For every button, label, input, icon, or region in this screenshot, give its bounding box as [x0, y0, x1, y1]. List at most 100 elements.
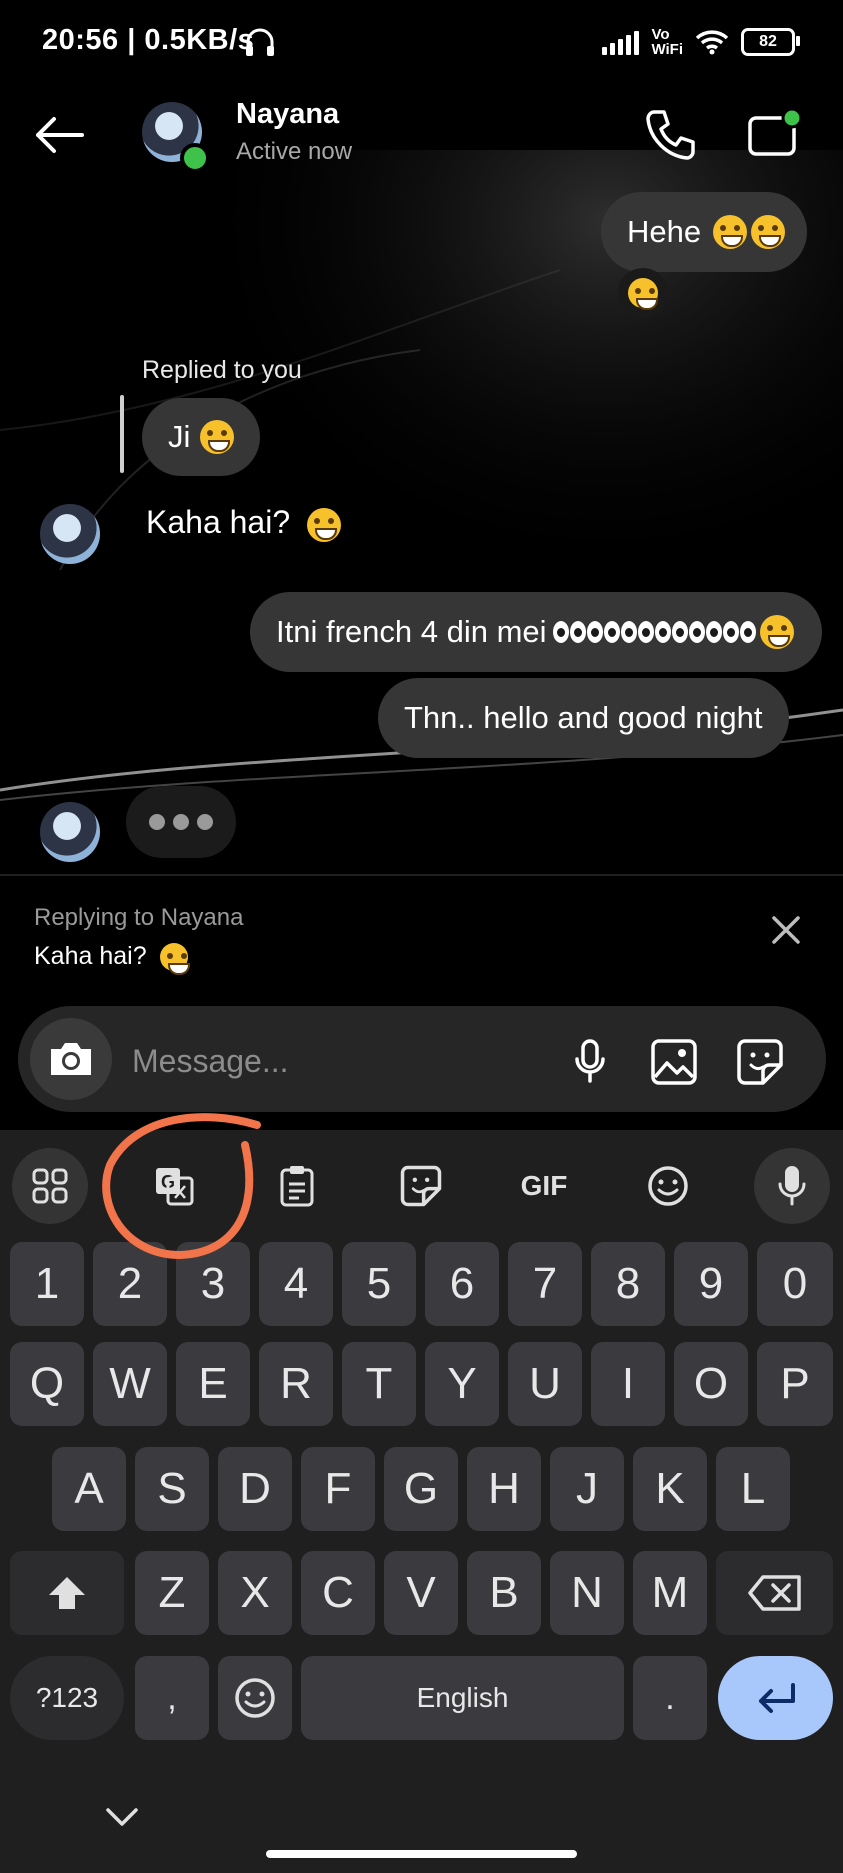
key-1[interactable]: 1: [10, 1242, 84, 1326]
message-bubble-sent[interactable]: Thn.. hello and good night: [378, 678, 789, 758]
message-received-plain[interactable]: Kaha hai?: [146, 504, 342, 542]
emoji-button[interactable]: [630, 1148, 706, 1224]
vowifi-top-label: Vo: [651, 26, 670, 43]
video-call-icon[interactable]: [745, 104, 807, 164]
key-t[interactable]: T: [342, 1342, 416, 1426]
close-icon[interactable]: [766, 910, 806, 950]
period-key[interactable]: .: [633, 1656, 707, 1740]
key-z[interactable]: Z: [135, 1551, 209, 1635]
key-x[interactable]: X: [218, 1551, 292, 1635]
key-8[interactable]: 8: [591, 1242, 665, 1326]
key-b[interactable]: B: [467, 1551, 541, 1635]
keyboard-apps-button[interactable]: [12, 1148, 88, 1224]
camera-icon: [51, 1043, 91, 1075]
symbols-key[interactable]: ?123: [10, 1656, 124, 1740]
key-4[interactable]: 4: [259, 1242, 333, 1326]
gallery-button[interactable]: [646, 1034, 702, 1090]
message-text: Kaha hai?: [146, 504, 291, 540]
image-icon: [651, 1039, 697, 1085]
replied-to-label: Replied to you: [142, 356, 302, 384]
translate-button[interactable]: G: [136, 1148, 212, 1224]
key-d[interactable]: D: [218, 1447, 292, 1531]
key-o[interactable]: O: [674, 1342, 748, 1426]
voice-input-button[interactable]: [754, 1148, 830, 1224]
key-l[interactable]: L: [716, 1447, 790, 1531]
wifi-icon: [695, 30, 729, 55]
message-bubble-sent[interactable]: Hehe: [601, 192, 808, 272]
sticker-button[interactable]: [732, 1034, 788, 1090]
grinning-sweat-icon: [307, 507, 342, 542]
comma-key[interactable]: ,: [135, 1656, 209, 1740]
message-bubble-received[interactable]: Ji: [142, 398, 261, 476]
key-f[interactable]: F: [301, 1447, 375, 1531]
key-c[interactable]: C: [301, 1551, 375, 1635]
keyboard-hide-icon[interactable]: [102, 1800, 142, 1836]
key-w[interactable]: W: [93, 1342, 167, 1426]
key-9[interactable]: 9: [674, 1242, 748, 1326]
typing-indicator: [126, 786, 236, 858]
replying-text: Kaha hai?: [34, 942, 190, 976]
key-2[interactable]: 2: [93, 1242, 167, 1326]
key-3[interactable]: 3: [176, 1242, 250, 1326]
contact-avatar-small[interactable]: [40, 504, 100, 564]
microphone-icon: [778, 1166, 806, 1206]
battery-icon: 82: [741, 28, 800, 56]
grinning-sweat-icon: [159, 943, 190, 976]
reply-quote-line: [120, 395, 124, 473]
key-y[interactable]: Y: [425, 1342, 499, 1426]
sticker-icon: [400, 1165, 442, 1207]
key-q[interactable]: Q: [10, 1342, 84, 1426]
key-a[interactable]: A: [52, 1447, 126, 1531]
headphones-icon: [244, 28, 276, 58]
key-5[interactable]: 5: [342, 1242, 416, 1326]
online-status-dot: [180, 143, 210, 173]
message-text: Thn.. hello and good night: [404, 700, 763, 735]
mic-button[interactable]: [562, 1034, 618, 1090]
status-icons: Vo WiFi 82: [602, 24, 800, 60]
key-n[interactable]: N: [550, 1551, 624, 1635]
key-h[interactable]: H: [467, 1447, 541, 1531]
camera-button[interactable]: [30, 1018, 112, 1100]
key-e[interactable]: E: [176, 1342, 250, 1426]
key-k[interactable]: K: [633, 1447, 707, 1531]
key-p[interactable]: P: [757, 1342, 833, 1426]
emoji-icon: [235, 1678, 275, 1718]
key-r[interactable]: R: [259, 1342, 333, 1426]
key-i[interactable]: I: [591, 1342, 665, 1426]
space-key[interactable]: English: [301, 1656, 624, 1740]
key-v[interactable]: V: [384, 1551, 458, 1635]
shift-key[interactable]: [10, 1551, 124, 1635]
grinning-face-icon: [713, 215, 748, 249]
message-text: Itni french 4 din mei: [276, 614, 547, 649]
key-7[interactable]: 7: [508, 1242, 582, 1326]
backspace-key[interactable]: [716, 1551, 833, 1635]
reaction-badge[interactable]: [618, 268, 668, 318]
key-g[interactable]: G: [384, 1447, 458, 1531]
eyes-emoji-icon: [552, 621, 756, 643]
key-u[interactable]: U: [508, 1342, 582, 1426]
key-j[interactable]: J: [550, 1447, 624, 1531]
gif-button[interactable]: GIF: [506, 1148, 582, 1224]
message-bubble-sent[interactable]: Itni french 4 din mei: [250, 592, 822, 672]
key-6[interactable]: 6: [425, 1242, 499, 1326]
signal-icon: [602, 29, 640, 55]
key-s[interactable]: S: [135, 1447, 209, 1531]
phone-icon[interactable]: [640, 104, 700, 164]
key-0[interactable]: 0: [757, 1242, 833, 1326]
enter-key[interactable]: [718, 1656, 833, 1740]
clipboard-button[interactable]: [259, 1148, 335, 1224]
vowifi-indicator: Vo WiFi: [651, 27, 683, 57]
microphone-icon: [575, 1039, 605, 1083]
message-input[interactable]: [130, 1036, 534, 1086]
contact-avatar-small[interactable]: [40, 802, 100, 862]
back-arrow-icon[interactable]: [30, 110, 90, 160]
sticker-icon: [737, 1039, 783, 1085]
reply-preview-text: Kaha hai?: [34, 942, 147, 970]
grinning-sweat-icon: [759, 615, 794, 649]
rofl-icon: [200, 420, 235, 454]
emoji-key[interactable]: [218, 1656, 292, 1740]
home-indicator[interactable]: [266, 1850, 577, 1858]
key-m[interactable]: M: [633, 1551, 707, 1635]
kb-sticker-button[interactable]: [383, 1148, 459, 1224]
contact-name[interactable]: Nayana: [236, 98, 339, 131]
